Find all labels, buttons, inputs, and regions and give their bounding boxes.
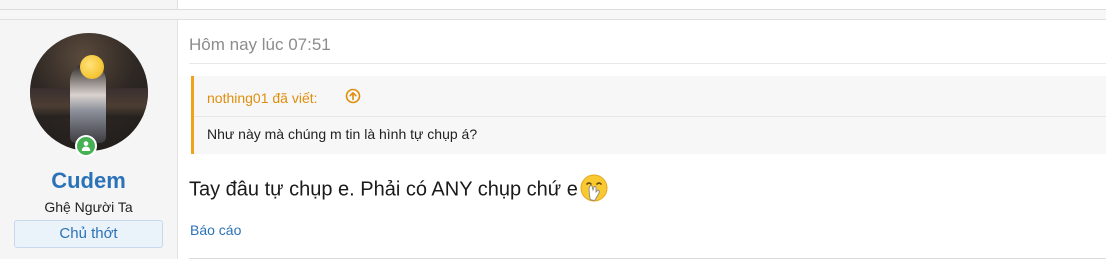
header-divider [189, 63, 1106, 64]
post: Cudem Ghệ Người Ta Chủ thớt Hôm nay lúc … [0, 19, 1106, 259]
hand-over-mouth-emoji [580, 174, 608, 202]
username[interactable]: Cudem [0, 168, 177, 194]
post-user-column: Cudem Ghệ Người Ta Chủ thớt [0, 20, 178, 259]
post-gap [0, 10, 1106, 19]
arrow-up-circle-icon[interactable] [345, 88, 361, 104]
post-timestamp[interactable]: Hôm nay lúc 07:51 [189, 35, 331, 55]
avatar-emoji-face [80, 55, 104, 79]
quote-header: nothing01 đã viết: [194, 76, 1106, 117]
person-icon [81, 141, 91, 151]
user-online-icon [75, 135, 97, 157]
post-message-text: Tay đâu tự chụp e. Phải có ANY chụp chứ … [189, 178, 578, 201]
post-message: Tay đâu tự chụp e. Phải có ANY chụp chứ … [189, 174, 609, 205]
quote-text: Như này mà chúng m tin là hình tự chụp á… [207, 126, 478, 142]
user-banner-thread-starter: Chủ thớt [14, 220, 163, 248]
quote-block: nothing01 đã viết: Như này mà chúng m ti… [191, 76, 1106, 154]
post-main: Hôm nay lúc 07:51 nothing01 đã viết: Như… [178, 20, 1106, 259]
report-link[interactable]: Báo cáo [190, 222, 241, 238]
quote-author-link[interactable]: nothing01 đã viết: [207, 90, 318, 106]
user-title: Ghệ Người Ta [44, 199, 133, 215]
avatar[interactable] [30, 33, 148, 151]
